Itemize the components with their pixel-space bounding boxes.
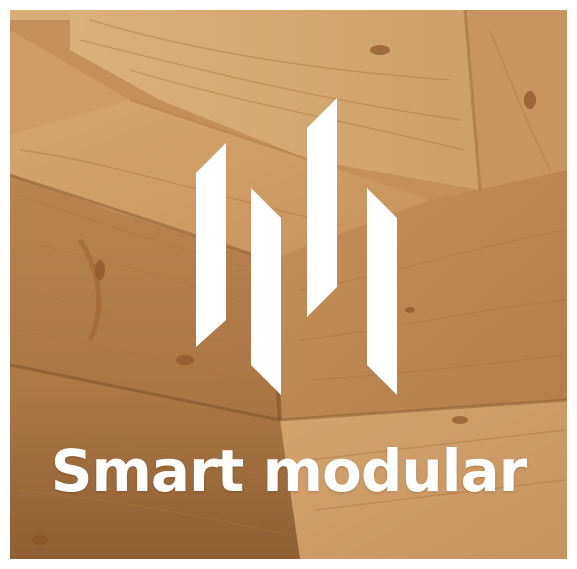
logo-bar-2 — [251, 188, 281, 395]
brand-name: Smart modular — [50, 437, 528, 505]
upper-right-block — [465, 10, 567, 190]
image-frame: Smart modular — [10, 10, 567, 559]
logo-bar-3 — [307, 98, 337, 317]
logo-bar-1 — [196, 143, 226, 347]
logo-bar-4 — [367, 188, 397, 395]
